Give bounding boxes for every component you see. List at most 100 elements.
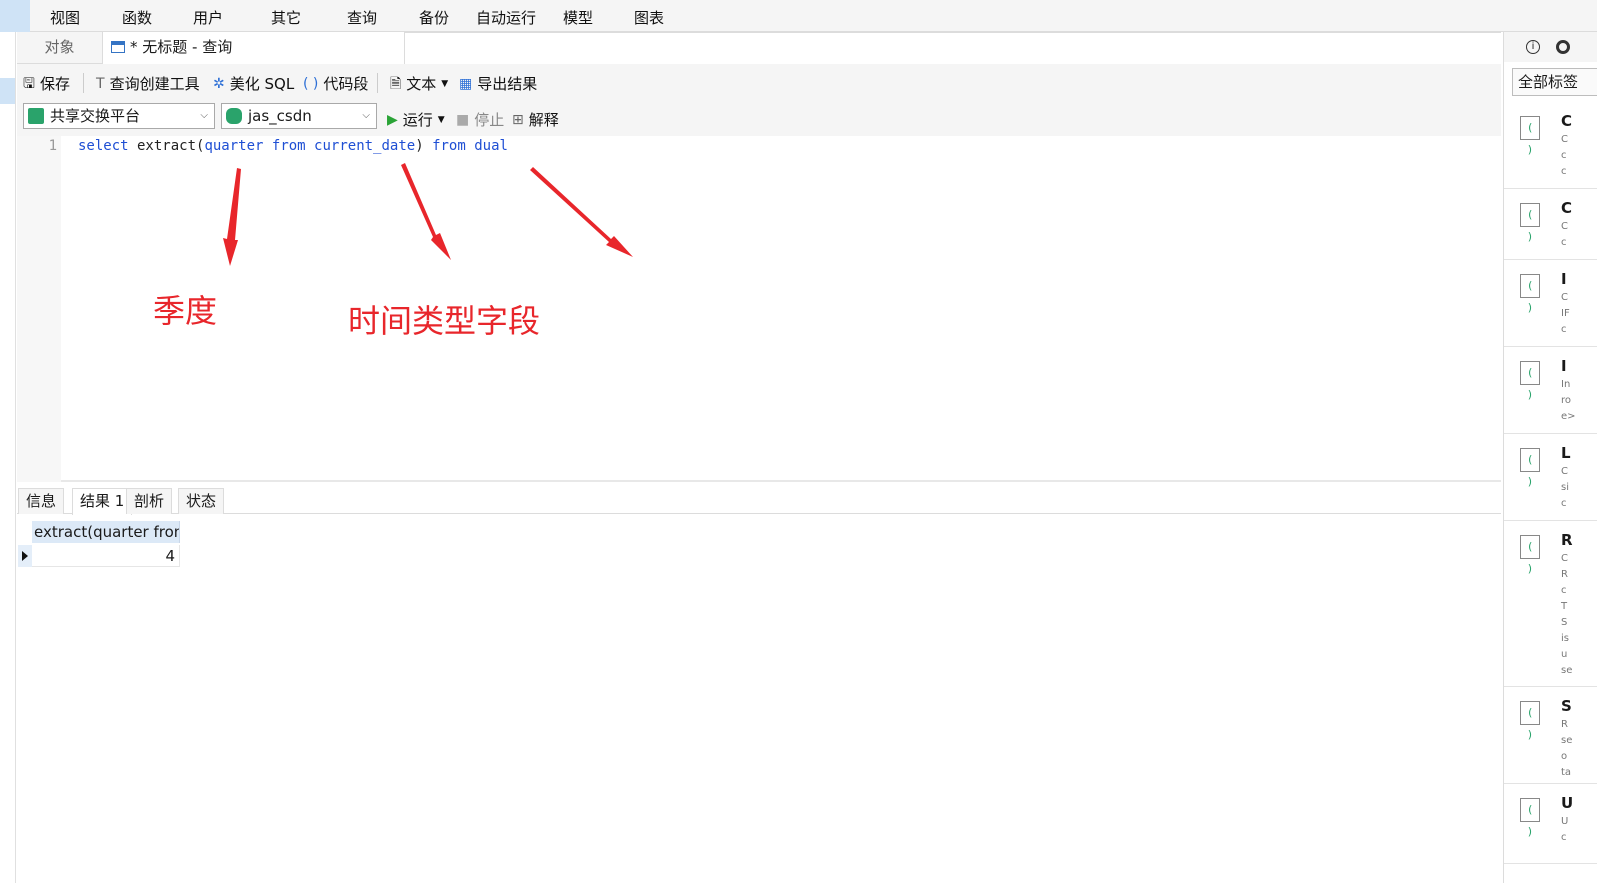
menu-item-view[interactable]: 视图 xyxy=(50,7,80,28)
menu-item-query[interactable]: 查询 xyxy=(347,7,377,28)
snippet-title: C xyxy=(1561,112,1573,130)
sql-code-line[interactable]: select extract(quarter from current_date… xyxy=(78,138,508,154)
snippet-description-line: C xyxy=(1561,466,1568,477)
chevron-down-icon: ▼ xyxy=(441,78,449,89)
snippet-description-line: R xyxy=(1561,719,1568,730)
snippet-title: U xyxy=(1561,794,1574,812)
all-tags-button[interactable]: 全部标签 xyxy=(1512,68,1597,96)
navigator-strip xyxy=(0,32,16,883)
snippet-description-line: S xyxy=(1561,617,1568,628)
menu-item-automation[interactable]: 自动运行 xyxy=(476,7,536,28)
sql-keyword: from xyxy=(432,138,466,154)
save-label: 保存 xyxy=(39,75,70,93)
snippet-description-line: c xyxy=(1561,832,1567,843)
menu-item-functions[interactable]: 函数 xyxy=(122,7,152,28)
sql-text: ) xyxy=(415,138,433,154)
menu-item-backup[interactable]: 备份 xyxy=(419,7,449,28)
snippet-description-line: T xyxy=(1561,601,1568,612)
document-tabs: 对象 * 无标题 - 查询 xyxy=(17,32,1501,64)
result-grid: extract(quarter from 4 xyxy=(17,515,1501,883)
menu-nav-selection[interactable] xyxy=(0,0,30,32)
chevron-down-icon: ⌵ xyxy=(200,110,208,121)
snippet-label: 代码段 xyxy=(323,75,369,93)
beautify-label: 美化 SQL xyxy=(229,75,295,93)
sql-keyword: current_date xyxy=(314,138,416,154)
query-toolbar: 🖫 保存 T 查询创建工具 ✲ 美化 SQL ( ) 代码段 🗎 文本 ▼ ▦ 导出结果 xyxy=(17,64,1501,100)
toolbar-divider xyxy=(377,73,378,93)
tab-objects[interactable]: 对象 xyxy=(17,32,103,64)
text-mode-button[interactable]: 🗎 文本 ▼ xyxy=(390,73,448,94)
document-icon: 🗎 xyxy=(390,75,402,92)
query-table-icon xyxy=(111,41,125,53)
export-results-button[interactable]: ▦ 导出结果 xyxy=(459,73,537,94)
snippet-title: L xyxy=(1561,444,1571,462)
snippet-card[interactable]: ( ) S Rse o ta xyxy=(1504,687,1597,784)
snippet-description-line: ro xyxy=(1561,395,1572,406)
snippet-description-line: c xyxy=(1561,585,1567,596)
snippet-description-line: c xyxy=(1561,498,1567,509)
run-button[interactable]: ▶ 运行 ▼ xyxy=(387,109,445,130)
beautify-sql-button[interactable]: ✲ 美化 SQL xyxy=(213,73,294,94)
navigator-selected-item[interactable] xyxy=(0,78,15,104)
snippet-card[interactable]: ( ) U Uc xyxy=(1504,784,1597,864)
sql-keyword: quarter xyxy=(204,138,264,154)
code-snippet-button[interactable]: ( ) 代码段 xyxy=(303,73,368,94)
snippet-title: C xyxy=(1561,199,1573,217)
sql-keyword: select xyxy=(78,138,129,154)
snippet-description-line: C xyxy=(1561,221,1568,232)
snippet-description-line: se xyxy=(1561,735,1573,746)
menu-item-users[interactable]: 用户 xyxy=(193,7,223,28)
toolbar-divider xyxy=(83,73,84,93)
explain-label: 解释 xyxy=(528,111,559,129)
tab-result-1[interactable]: 结果 1 xyxy=(72,488,133,515)
snippet-card[interactable]: ( ) R C Rc T Sis u se xyxy=(1504,521,1597,687)
snippet-card[interactable]: ( ) C Cc c xyxy=(1504,102,1597,189)
snippet-description-line: u xyxy=(1561,649,1568,660)
connection-select[interactable]: 共享交换平台 ⌵ xyxy=(23,103,215,129)
database-select[interactable]: jas_csdn ⌵ xyxy=(221,103,377,129)
panel-header: i xyxy=(1504,32,1597,62)
tab-info[interactable]: 信息 xyxy=(18,488,65,514)
snippet-icon: ( ) xyxy=(303,75,319,92)
snippet-description-line: c xyxy=(1561,166,1567,177)
snippet-card[interactable]: ( ) L Csi c xyxy=(1504,434,1597,521)
snippet-card[interactable]: ( ) I In ro e> xyxy=(1504,347,1597,434)
gear-icon[interactable] xyxy=(1556,40,1570,54)
menu-item-model[interactable]: 模型 xyxy=(563,7,593,28)
save-button[interactable]: 🖫 保存 xyxy=(23,73,70,94)
current-row-indicator[interactable] xyxy=(18,545,32,567)
sql-text: extract( xyxy=(128,138,205,154)
export-label: 导出结果 xyxy=(477,75,538,93)
snippet-card[interactable]: ( ) C Cc xyxy=(1504,189,1597,260)
snippet-file-icon: ( ) xyxy=(1520,203,1540,243)
snippet-title: I xyxy=(1561,357,1567,375)
snippet-description-line: In xyxy=(1561,379,1571,390)
explain-button[interactable]: ⊞ 解释 xyxy=(512,109,559,130)
snippet-file-icon: ( ) xyxy=(1520,798,1540,838)
snippet-title: S xyxy=(1561,697,1572,715)
snippet-description-line: c xyxy=(1561,237,1567,248)
menu-item-others[interactable]: 其它 xyxy=(271,7,301,28)
chevron-down-icon: ⌵ xyxy=(362,110,370,121)
snippet-file-icon: ( ) xyxy=(1520,361,1540,401)
snippet-description-line: ta xyxy=(1561,767,1572,778)
menu-item-charts[interactable]: 图表 xyxy=(634,7,664,28)
sql-editor[interactable]: 1 select extract(quarter from current_da… xyxy=(17,136,1501,482)
tab-profile[interactable]: 剖析 xyxy=(126,488,173,514)
query-builder-button[interactable]: T 查询创建工具 xyxy=(96,73,200,94)
result-tabs: 信息 结果 1 剖析 状态 xyxy=(17,486,1501,515)
result-cell[interactable]: 4 xyxy=(32,545,180,567)
snippet-description-line: si xyxy=(1561,482,1569,493)
line-number: 1 xyxy=(48,138,57,154)
tab-query[interactable]: * 无标题 - 查询 xyxy=(103,32,405,64)
column-header[interactable]: extract(quarter from xyxy=(32,521,180,543)
snippet-card[interactable]: ( ) I C IF c xyxy=(1504,260,1597,347)
tab-status[interactable]: 状态 xyxy=(178,488,225,514)
export-icon: ▦ xyxy=(459,75,473,92)
info-icon[interactable]: i xyxy=(1526,40,1540,54)
stop-button[interactable]: ■ 停止 xyxy=(456,109,504,130)
text-mode-label: 文本 xyxy=(406,75,437,93)
snippet-description-line: e> xyxy=(1561,411,1576,422)
